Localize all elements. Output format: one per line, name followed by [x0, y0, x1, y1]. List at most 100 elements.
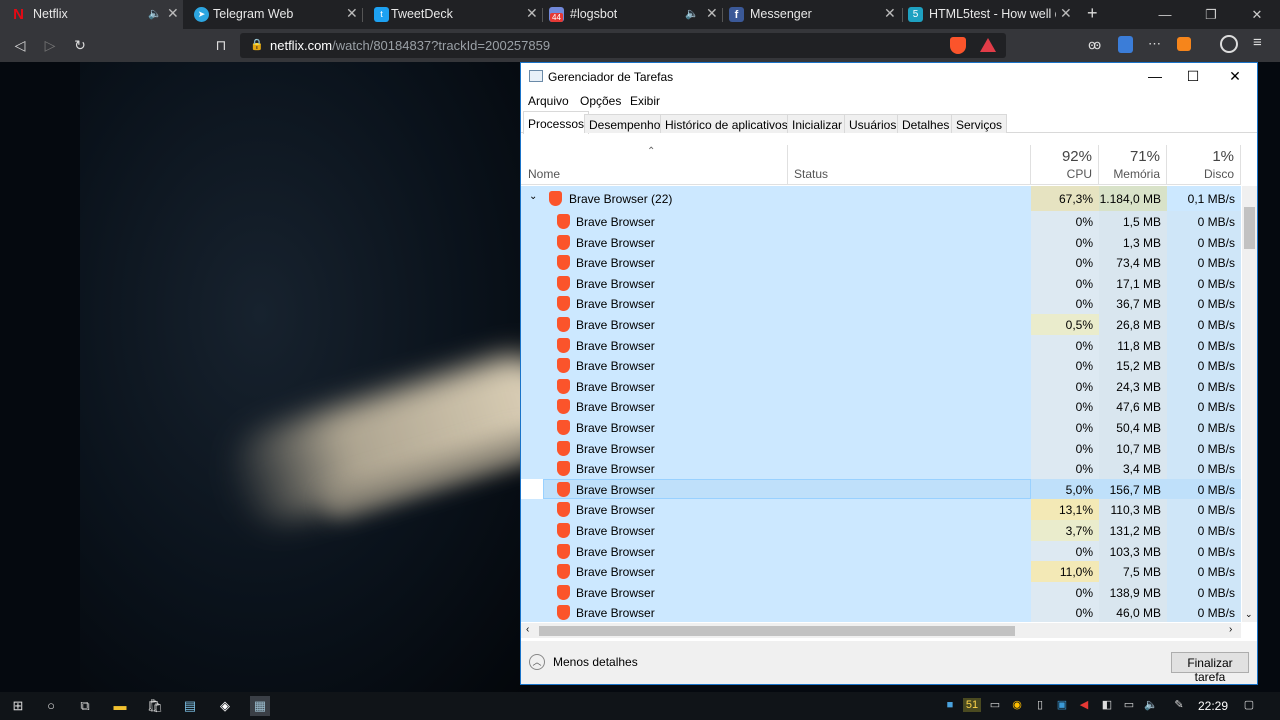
tab-html5test[interactable]: 5 HTML5test - How well do ✕ [903, 0, 1081, 29]
column-cpu[interactable]: 92% CPU [1031, 145, 1099, 185]
close-button[interactable]: ✕ [1225, 68, 1245, 85]
tab-inicializar[interactable]: Inicializar [787, 114, 848, 133]
tray-icon-2[interactable]: ◉ [1010, 698, 1024, 712]
brave-rewards-icon[interactable] [980, 38, 996, 52]
extension-badge-icon[interactable] [1118, 36, 1133, 53]
close-icon[interactable]: ✕ [1060, 5, 1072, 22]
chevron-down-icon[interactable]: ⌄ [529, 191, 537, 202]
menu-icon[interactable]: ≡ [1253, 34, 1262, 51]
vertical-scrollbar[interactable]: ⌄ [1242, 186, 1257, 622]
tab-logsbot[interactable]: 44 #logsbot 🔈 ✕ [543, 0, 723, 29]
process-row[interactable]: Brave Browser 3,7% 131,2 MB 0 MB/s [521, 520, 1241, 541]
process-row[interactable]: Brave Browser 0% 103,3 MB 0 MB/s [521, 540, 1241, 562]
tray-icon-1[interactable]: ▭ [988, 698, 1002, 712]
tab-messenger[interactable]: f Messenger ✕ [723, 0, 903, 29]
tray-counter-badge[interactable]: 51 [963, 698, 981, 712]
process-row[interactable]: Brave Browser 0% 3,4 MB 0 MB/s [521, 458, 1241, 479]
close-icon[interactable]: ✕ [706, 5, 718, 22]
address-bar[interactable]: 🔒 netflix.com/watch/80184837?trackId=200… [240, 33, 1006, 58]
process-row[interactable]: Brave Browser 13,1% 110,3 MB 0 MB/s [521, 499, 1241, 520]
tray-icon-5[interactable]: ◀ [1077, 698, 1091, 712]
process-row[interactable]: Brave Browser 5,0% 156,7 MB 0 MB/s [521, 478, 1241, 500]
network-icon[interactable]: ▭ [1122, 698, 1136, 712]
minimize-button[interactable]: — [1145, 68, 1165, 84]
process-row[interactable]: Brave Browser 0% 10,7 MB 0 MB/s [521, 437, 1241, 459]
profile-icon[interactable] [1220, 35, 1238, 53]
process-row[interactable]: Brave Browser 0% 47,6 MB 0 MB/s [521, 396, 1241, 417]
tray-icon-4[interactable]: ▣ [1055, 698, 1069, 712]
reload-button[interactable]: ↻ [71, 36, 89, 54]
close-icon[interactable]: ✕ [167, 5, 179, 22]
close-button[interactable]: ✕ [1234, 0, 1280, 29]
volume-icon[interactable]: 🔈 [1144, 698, 1158, 712]
clock[interactable]: 22:29 [1198, 699, 1228, 713]
end-task-button[interactable]: Finalizar tarefa [1171, 652, 1249, 684]
process-group-row[interactable]: ⌄ Brave Browser (22) 67,3% 1.184,0 MB 0,… [521, 186, 1241, 211]
cortana-icon[interactable]: ○ [41, 696, 61, 716]
column-memory[interactable]: 71% Memória [1099, 145, 1167, 185]
process-row[interactable]: Brave Browser 0% 17,1 MB 0 MB/s [521, 272, 1241, 294]
tab-processos[interactable]: Processos [523, 111, 590, 134]
process-row[interactable]: Brave Browser 0% 1,3 MB 0 MB/s [521, 231, 1241, 253]
store-icon[interactable]: 🛍 [145, 696, 165, 716]
file-explorer-icon[interactable]: ▬ [110, 696, 130, 716]
chevron-up-icon[interactable]: ︿ [529, 654, 545, 670]
pen-icon[interactable]: ✎ [1172, 698, 1186, 712]
tab-detalhes[interactable]: Detalhes [897, 114, 955, 133]
tab-desempenho[interactable]: Desempenho [584, 114, 666, 133]
maximize-button[interactable]: ☐ [1183, 68, 1203, 85]
less-details-link[interactable]: Menos detalhes [553, 655, 638, 669]
brave-shields-icon[interactable] [950, 37, 966, 54]
task-manager-taskbar-icon[interactable]: ▦ [250, 696, 270, 716]
scroll-down-icon[interactable]: ⌄ [1245, 609, 1253, 620]
notepad-icon[interactable]: ▤ [180, 696, 200, 716]
brave-taskbar-icon[interactable]: ◈ [215, 696, 235, 716]
process-row[interactable]: Brave Browser 0% 1,5 MB 0 MB/s [521, 211, 1241, 232]
windows-start-icon[interactable]: ⊞ [8, 696, 28, 716]
metamask-icon[interactable] [1177, 37, 1191, 51]
close-icon[interactable]: ✕ [884, 5, 896, 22]
notifications-icon[interactable]: ▢ [1242, 698, 1256, 712]
tray-app-icon[interactable]: ■ [943, 698, 957, 712]
process-row[interactable]: Brave Browser 0% 36,7 MB 0 MB/s [521, 293, 1241, 314]
process-row[interactable]: Brave Browser 0% 50,4 MB 0 MB/s [521, 417, 1241, 438]
speaker-icon[interactable]: 🔈 [148, 7, 162, 20]
tab-usuarios[interactable]: Usuários [844, 114, 902, 133]
new-tab-button[interactable]: + [1087, 3, 1098, 24]
tab-telegram[interactable]: ➤ Telegram Web ✕ [183, 0, 363, 29]
tray-icon-6[interactable]: ◧ [1100, 698, 1114, 712]
column-name[interactable]: Nome [521, 145, 788, 185]
process-row[interactable]: Brave Browser 0% 11,8 MB 0 MB/s [521, 334, 1241, 356]
process-row[interactable]: Brave Browser 0% 46,0 MB 0 MB/s [521, 602, 1241, 622]
maximize-button[interactable]: ❐ [1188, 0, 1234, 29]
speaker-icon[interactable]: 🔈 [685, 7, 699, 20]
tab-servicos[interactable]: Serviços [951, 114, 1008, 133]
process-row[interactable]: Brave Browser 0% 24,3 MB 0 MB/s [521, 375, 1241, 397]
process-row[interactable]: Brave Browser 0,5% 26,8 MB 0 MB/s [521, 314, 1241, 335]
vertical-scroll-thumb[interactable] [1244, 207, 1255, 249]
scroll-right-icon[interactable]: › [1229, 624, 1232, 635]
extension-icon[interactable]: ꙭ [1088, 37, 1101, 53]
horizontal-scroll-thumb[interactable] [539, 626, 1015, 636]
tray-icon-3[interactable]: ▯ [1033, 698, 1047, 712]
forward-button[interactable]: ▷ [41, 36, 59, 54]
close-icon[interactable]: ✕ [526, 5, 538, 22]
tab-tweetdeck[interactable]: t TweetDeck ✕ [363, 0, 543, 29]
process-row[interactable]: Brave Browser 0% 138,9 MB 0 MB/s [521, 581, 1241, 603]
back-button[interactable]: ◁ [11, 36, 29, 54]
process-row[interactable]: Brave Browser 0% 73,4 MB 0 MB/s [521, 252, 1241, 273]
column-status[interactable]: Status [788, 145, 1031, 185]
minimize-button[interactable]: — [1142, 0, 1188, 29]
process-row[interactable]: Brave Browser 0% 15,2 MB 0 MB/s [521, 355, 1241, 376]
menu-exibir[interactable]: Exibir [630, 94, 660, 108]
column-disk[interactable]: 1% Disco [1167, 145, 1241, 185]
close-icon[interactable]: ✕ [346, 5, 358, 22]
tab-historico[interactable]: Histórico de aplicativos [660, 114, 793, 133]
process-row[interactable]: Brave Browser 11,0% 7,5 MB 0 MB/s [521, 561, 1241, 582]
menu-arquivo[interactable]: Arquivo [528, 94, 569, 108]
tab-netflix[interactable]: N Netflix 🔈 ✕ [0, 0, 183, 29]
extension-menu-icon[interactable]: ⋯ [1148, 36, 1161, 52]
menu-opcoes[interactable]: Opções [580, 94, 621, 108]
scroll-left-icon[interactable]: ‹ [526, 624, 529, 635]
bookmark-icon[interactable]: ⊓ [212, 36, 230, 54]
